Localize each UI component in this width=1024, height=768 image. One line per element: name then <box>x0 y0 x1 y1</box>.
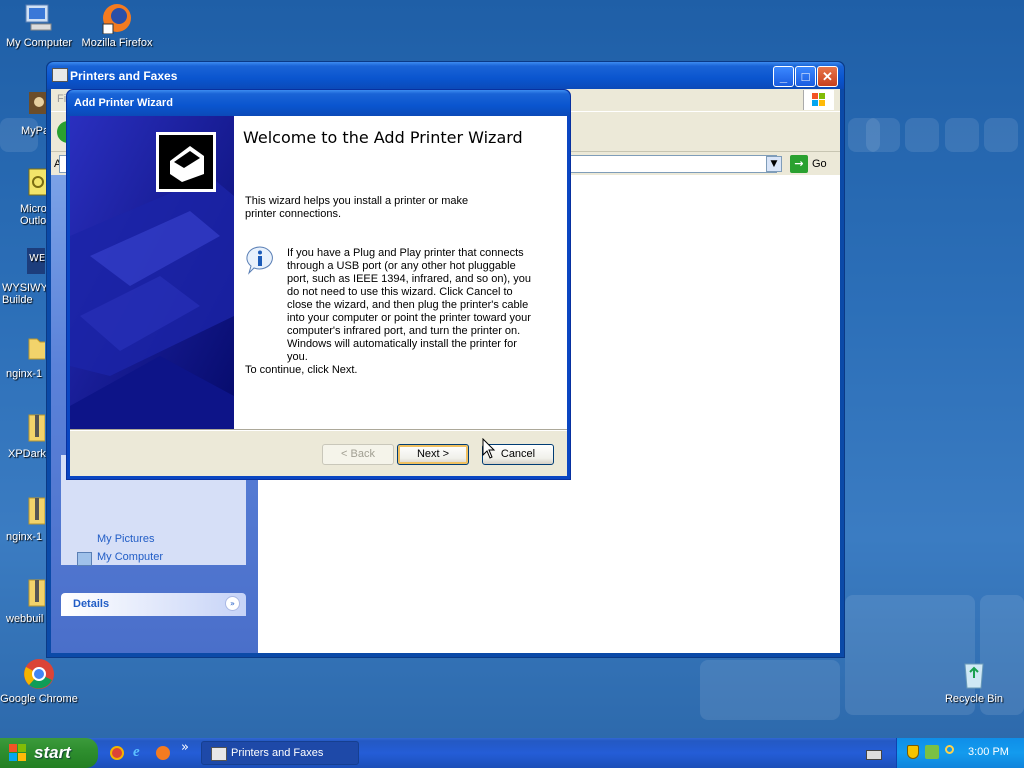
go-label: Go <box>812 158 827 170</box>
security-shield-icon[interactable] <box>907 745 919 759</box>
chrome-icon <box>23 658 55 690</box>
dialog-title: Add Printer Wizard <box>74 97 173 109</box>
wizard-info-text: If you have a Plug and Play printer that… <box>287 247 531 363</box>
keyboard-icon[interactable] <box>866 750 882 760</box>
firefox-quicklaunch-icon[interactable] <box>156 746 170 760</box>
svg-text:WE: WE <box>29 253 45 264</box>
desktop-icon-label: My Computer <box>5 37 73 49</box>
add-printer-wizard-dialog: Add Printer Wizard Welcome to the Add Pr… <box>66 89 571 480</box>
wizard-content: Welcome to the Add Printer Wizard This w… <box>234 116 567 429</box>
desktop-icon-label: WYSIWY Builde <box>2 282 48 306</box>
go-button[interactable]: → Go <box>788 154 838 174</box>
zip-folder-icon <box>13 413 46 445</box>
go-arrow-icon: → <box>790 155 808 173</box>
back-button[interactable]: < Back <box>322 444 394 465</box>
network-icon[interactable] <box>925 745 939 759</box>
mouse-cursor-icon <box>482 438 496 459</box>
desktop-icon-chrome[interactable]: Google Chrome <box>0 658 78 705</box>
printers-icon <box>52 68 68 82</box>
maximize-button[interactable]: □ <box>795 66 816 87</box>
dialog-body: Welcome to the Add Printer Wizard This w… <box>70 116 567 476</box>
window-title: Printers and Faxes <box>70 69 178 83</box>
next-button[interactable]: Next > <box>397 444 469 465</box>
task-my-pictures[interactable]: My Pictures <box>97 533 154 545</box>
task-my-computer[interactable]: My Computer <box>97 551 163 563</box>
search-icon[interactable] <box>945 745 954 754</box>
footer-separator <box>70 429 567 431</box>
printers-icon <box>211 747 227 761</box>
chrome-quicklaunch-icon[interactable] <box>110 746 124 760</box>
desktop-icon-label: Recycle Bin <box>944 693 1004 705</box>
wizard-intro: This wizard helps you install a printer … <box>245 195 469 220</box>
outlook-icon <box>15 168 48 200</box>
window-title-bar[interactable]: Printers and Faxes _ □ ✕ <box>47 62 844 89</box>
desktop-icon-recycle-bin[interactable]: Recycle Bin <box>935 658 1013 705</box>
zip-folder-icon <box>13 578 46 610</box>
firefox-icon <box>101 2 133 35</box>
quicklaunch-overflow-icon[interactable]: » <box>181 740 189 755</box>
start-button[interactable]: start <box>0 738 98 768</box>
clock: 3:00 PM <box>968 746 1009 758</box>
dialog-title-bar[interactable]: Add Printer Wizard <box>67 90 570 116</box>
zip-folder-icon <box>13 496 46 528</box>
desktop-icon-label: Mozilla Firefox <box>81 37 153 49</box>
wizard-banner-art <box>70 116 234 429</box>
start-label: start <box>34 743 71 762</box>
windows-flag-icon <box>9 744 26 761</box>
address-dropdown-icon[interactable]: ▼ <box>766 156 782 172</box>
ie-quicklaunch-icon[interactable]: e <box>133 745 148 760</box>
close-button[interactable]: ✕ <box>817 66 838 87</box>
chevron-down-icon[interactable]: » <box>225 596 240 611</box>
details-panel-header[interactable]: Details » <box>61 593 246 616</box>
wizard-heading: Welcome to the Add Printer Wizard <box>243 128 523 147</box>
taskbar-button-label: Printers and Faxes <box>231 747 324 759</box>
recycle-bin-icon <box>958 658 990 690</box>
desktop-icon-firefox[interactable]: Mozilla Firefox <box>78 2 156 49</box>
wizard-continue-text: To continue, click Next. <box>245 364 358 376</box>
info-icon <box>245 245 275 275</box>
minimize-button[interactable]: _ <box>773 66 794 87</box>
printer-art-icon <box>70 116 234 429</box>
desktop-icon-my-computer[interactable]: My Computer <box>0 2 78 49</box>
wysiwyg-icon: WE <box>13 247 45 279</box>
taskbar-button-printers[interactable]: Printers and Faxes <box>201 741 359 765</box>
menu-file[interactable]: Fi <box>57 93 66 105</box>
folder-icon <box>13 333 49 365</box>
my-computer-small-icon <box>77 552 92 566</box>
desktop-icon-label: Google Chrome <box>0 693 78 705</box>
my-computer-icon <box>23 2 55 34</box>
system-tray: 3:00 PM <box>896 738 1024 768</box>
details-title: Details <box>73 598 110 610</box>
taskbar: start e » Printers and Faxes 3:00 PM <box>0 738 1024 768</box>
windows-logo-icon <box>803 90 834 110</box>
